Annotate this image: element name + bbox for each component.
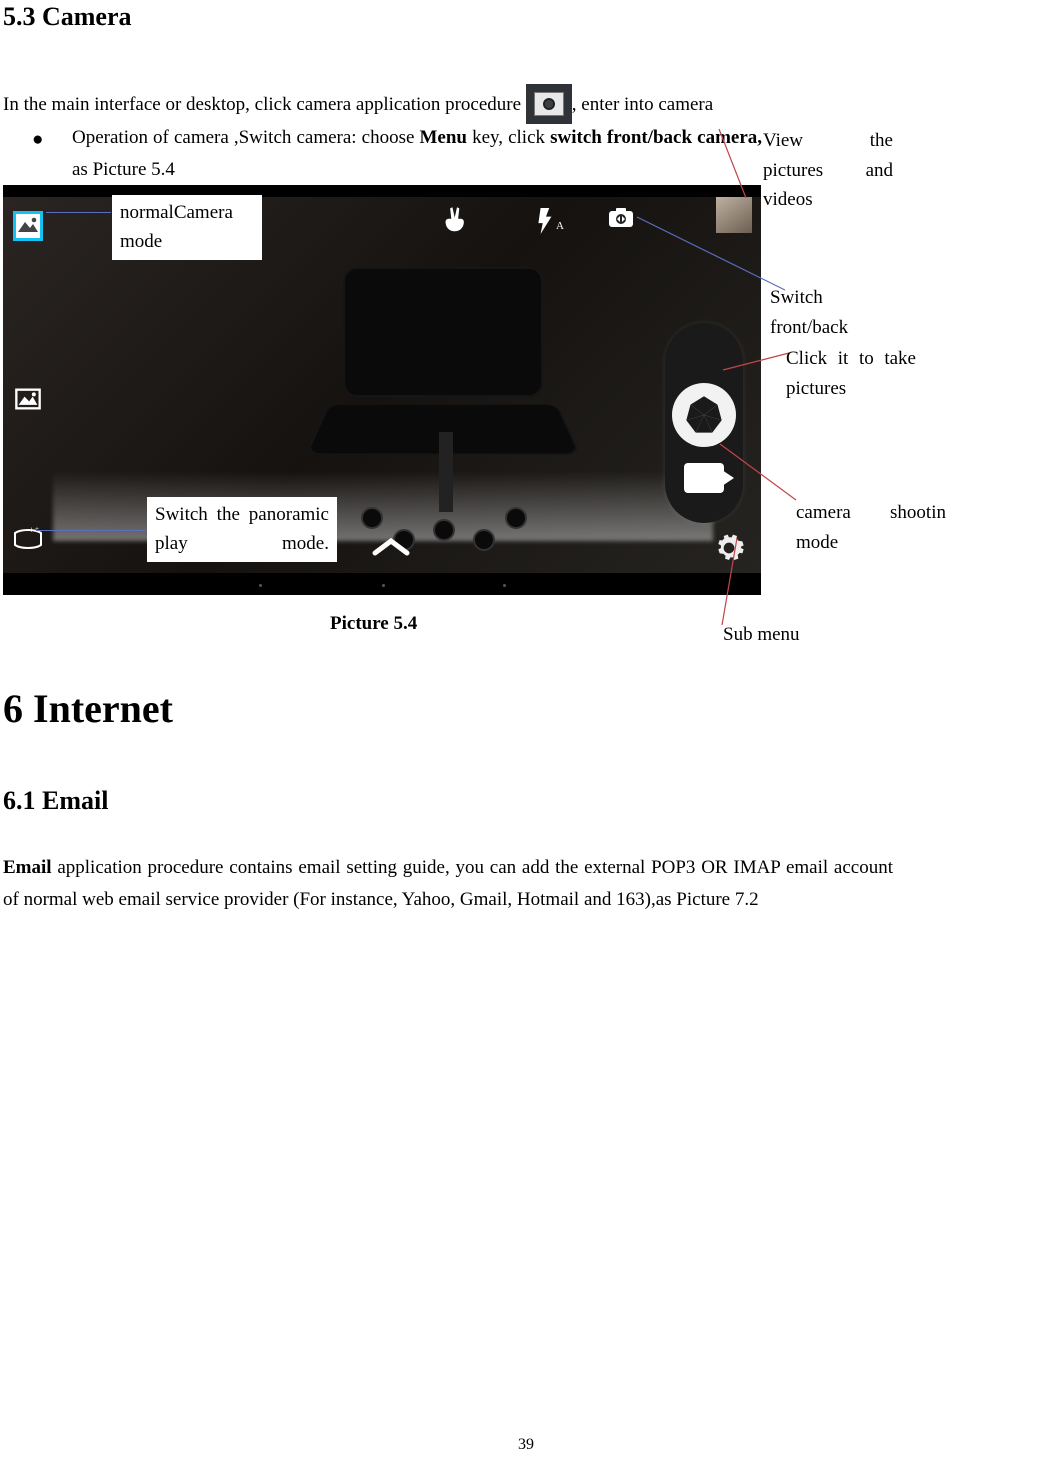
- connector-line: [723, 350, 793, 372]
- bullet-text-2: as Picture 5.4: [72, 159, 175, 180]
- connector-line: [46, 212, 111, 213]
- page-number: 39: [0, 1436, 1052, 1454]
- heading-6-1: 6.1 Email: [3, 786, 108, 816]
- connector-line: [36, 530, 146, 531]
- bullet-menu: Menu: [420, 127, 468, 148]
- android-nav-bar: [3, 575, 761, 595]
- peace-hand-icon[interactable]: [443, 205, 471, 237]
- figure-caption: Picture 5.4: [330, 613, 417, 635]
- callout-view-pictures: Viewthe picturesand videos: [763, 126, 893, 215]
- bullet-text-1: Operation of camera ,Switch camera: choo…: [72, 127, 420, 148]
- callout-sub-menu: Sub menu: [723, 620, 863, 650]
- callout-shooting-mode: camera shootin mode: [796, 498, 946, 557]
- svg-text:+: +: [29, 527, 34, 535]
- label-panoramic-mode: Switch the panoramic play mode.: [147, 497, 337, 562]
- bullet-dot: ●: [32, 124, 43, 156]
- connector-line: [720, 440, 800, 510]
- connector-line: [630, 205, 790, 295]
- shutter-button[interactable]: [672, 383, 736, 447]
- heading-6: 6 Internet: [3, 685, 173, 732]
- label-normal-camera-mode: normalCamera mode: [112, 195, 262, 260]
- connector-line: [720, 535, 780, 630]
- intro-post: , enter into camera: [572, 94, 713, 115]
- bullet-text-1b: key, click: [467, 127, 550, 148]
- email-bold: Email: [3, 857, 52, 878]
- email-paragraph: application procedure contains email set…: [3, 857, 893, 910]
- intro-pre: In the main interface or desktop, click …: [3, 94, 521, 115]
- video-mode-button[interactable]: [684, 463, 724, 493]
- android-status-bar: [3, 185, 761, 195]
- heading-5-3: 5.3 Camera: [3, 2, 132, 32]
- camera-app-icon: [526, 84, 572, 124]
- callout-take-pictures: Click it to take pictures: [786, 344, 916, 403]
- picture-mode-side-icon[interactable]: [13, 385, 43, 413]
- expand-modes-icon[interactable]: [371, 535, 411, 559]
- flash-auto-icon[interactable]: A: [533, 205, 564, 237]
- callout-switch-front-back: Switch front/back: [770, 283, 900, 342]
- normal-mode-icon[interactable]: [13, 211, 43, 241]
